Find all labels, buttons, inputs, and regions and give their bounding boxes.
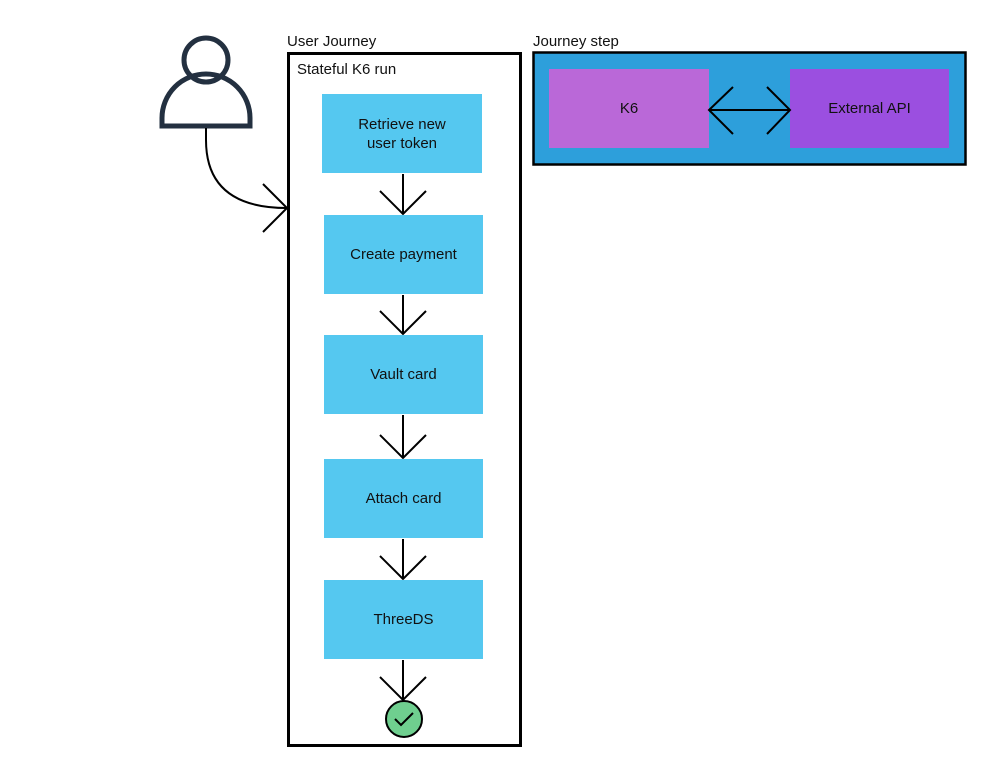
k6-label: K6 xyxy=(619,100,639,117)
step-label: Create payment xyxy=(350,246,457,263)
step-arrow xyxy=(379,539,427,581)
step-create-payment: Create payment xyxy=(324,215,483,294)
step-attach-card: Attach card xyxy=(324,459,483,538)
step-vault-card: Vault card xyxy=(324,335,483,414)
step-label: Attach card xyxy=(365,490,442,507)
check-circle-icon xyxy=(385,700,423,738)
step-retrieve-token: Retrieve new user token xyxy=(322,94,482,173)
external-api-label: External API xyxy=(828,100,911,117)
step-label: ThreeDS xyxy=(373,611,434,628)
step-label: Retrieve new user token xyxy=(358,115,446,152)
step-arrow xyxy=(379,174,427,216)
diagram-canvas: User Journey Stateful K6 run Journey ste… xyxy=(0,0,981,758)
user-journey-title: User Journey xyxy=(287,33,377,50)
legend-title: Journey step xyxy=(533,33,619,50)
container-label: Stateful K6 run xyxy=(297,61,397,78)
step-threeds: ThreeDS xyxy=(324,580,483,659)
step-arrow xyxy=(379,660,427,702)
step-arrow xyxy=(379,415,427,460)
step-label: Vault card xyxy=(370,366,437,383)
step-arrow xyxy=(379,295,427,336)
user-icon xyxy=(159,35,253,129)
